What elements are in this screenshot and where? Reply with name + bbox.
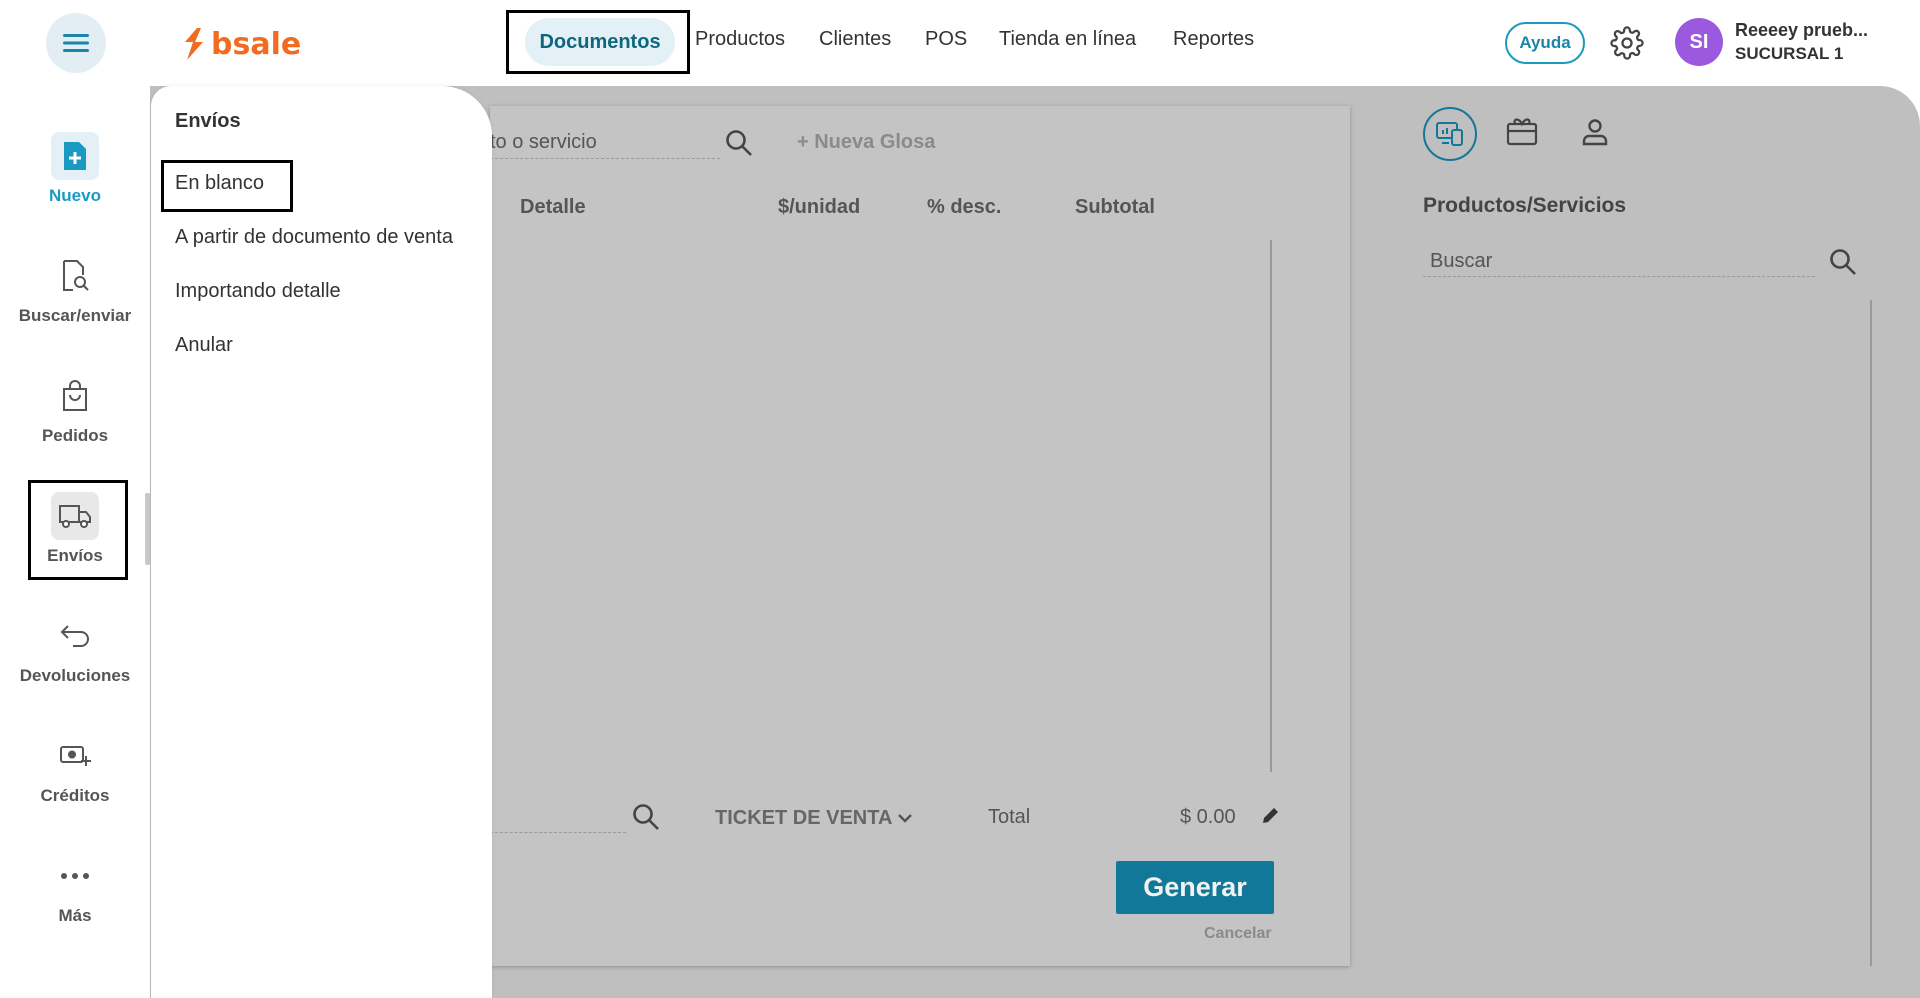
sidebar-item-creditos[interactable]: Créditos xyxy=(0,732,150,806)
sidebar-item-mas[interactable]: Más xyxy=(0,852,150,926)
sidebar-item-label: Nuevo xyxy=(49,186,101,205)
hamburger-icon xyxy=(63,34,89,52)
user-name[interactable]: Reeeey prueb... xyxy=(1735,20,1868,41)
total-label: Total xyxy=(988,806,1031,828)
cancel-button[interactable]: Cancelar xyxy=(1204,925,1272,943)
help-button[interactable]: Ayuda xyxy=(1505,22,1585,64)
column-detalle: Detalle xyxy=(520,196,586,218)
sidebar-item-devoluciones[interactable]: Devoluciones xyxy=(0,612,150,686)
doc-type-select[interactable]: TICKET DE VENTA xyxy=(715,807,892,830)
nav-pos[interactable]: POS xyxy=(925,28,967,51)
sidebar-item-label: Buscar/enviar xyxy=(18,306,132,325)
devices-icon xyxy=(1436,122,1463,146)
gift-card-icon[interactable] xyxy=(1505,116,1539,146)
table-scrollbar[interactable] xyxy=(1270,240,1272,772)
products-panel-title: Productos/Servicios xyxy=(1423,194,1627,217)
highlight-en-blanco xyxy=(161,160,293,212)
client-search-underline xyxy=(490,832,626,833)
bsale-logo[interactable]: bsale xyxy=(183,24,301,64)
search-icon[interactable] xyxy=(1828,247,1858,277)
new-gloss-button[interactable]: + Nueva Glosa xyxy=(797,131,935,154)
cart-tab-button[interactable] xyxy=(1423,107,1477,161)
chevron-down-icon[interactable] xyxy=(897,812,913,824)
sidebar-scroll-handle[interactable] xyxy=(145,493,150,565)
dropdown-item-importando-detalle[interactable]: Importando detalle xyxy=(175,280,341,303)
dropdown-item-anular[interactable]: Anular xyxy=(175,334,233,357)
sidebar-item-pedidos[interactable]: Pedidos xyxy=(0,372,150,446)
credit-icon xyxy=(60,746,91,766)
logo-text: bsale xyxy=(211,26,302,62)
products-search-underline xyxy=(1423,276,1815,277)
column-precio-unidad: $/unidad xyxy=(778,196,861,218)
sidebar: Nuevo Buscar/enviar Pedidos Envíos Devol… xyxy=(0,86,150,998)
file-search-icon xyxy=(63,260,89,291)
return-arrow-icon xyxy=(60,625,89,647)
sidebar-item-label: Devoluciones xyxy=(19,666,131,685)
search-icon[interactable] xyxy=(631,802,661,832)
nav-reportes[interactable]: Reportes xyxy=(1173,28,1254,51)
document-card xyxy=(490,106,1350,966)
product-search-underline xyxy=(490,158,720,159)
bsale-bolt-icon xyxy=(185,28,203,60)
column-subtotal: Subtotal xyxy=(1075,196,1155,218)
file-plus-icon xyxy=(64,142,86,170)
sidebar-item-label: Pedidos xyxy=(41,426,109,445)
user-branch: SUCURSAL 1 xyxy=(1735,44,1844,63)
products-scrollbar[interactable] xyxy=(1870,300,1872,966)
products-search-input[interactable]: Buscar xyxy=(1430,250,1492,273)
highlight-nav-documentos xyxy=(506,10,690,74)
more-dots-icon xyxy=(61,873,89,879)
nav-clientes[interactable]: Clientes xyxy=(819,28,891,51)
dropdown-item-a-partir-de-documento[interactable]: A partir de documento de venta xyxy=(175,226,453,249)
user-avatar[interactable]: SI xyxy=(1675,18,1723,66)
dropdown-title: Envíos xyxy=(175,110,241,132)
sidebar-item-nuevo[interactable]: Nuevo xyxy=(0,132,150,206)
envios-dropdown: Envíos En blanco A partir de documento d… xyxy=(151,86,492,998)
sidebar-item-buscar-enviar[interactable]: Buscar/enviar xyxy=(0,252,150,326)
highlight-sidebar-envios xyxy=(28,480,128,580)
top-bar: bsale Documentos Productos Clientes POS … xyxy=(0,0,1920,86)
settings-button[interactable] xyxy=(1610,26,1644,65)
generate-button[interactable]: Generar xyxy=(1116,861,1274,914)
sidebar-item-label: Créditos xyxy=(40,786,110,805)
sidebar-item-label: Más xyxy=(58,906,92,925)
menu-button[interactable] xyxy=(46,13,106,73)
total-value: $ 0.00 xyxy=(1180,806,1236,828)
search-icon[interactable] xyxy=(724,128,754,158)
bag-icon xyxy=(63,380,87,411)
user-icon[interactable] xyxy=(1580,118,1610,146)
product-search-input[interactable]: to o servicio xyxy=(490,131,597,154)
pencil-icon[interactable] xyxy=(1260,806,1280,826)
gear-icon xyxy=(1610,26,1644,60)
nav-productos[interactable]: Productos xyxy=(695,28,785,51)
nav-tienda-en-linea[interactable]: Tienda en línea xyxy=(999,28,1136,51)
column-descuento: % desc. xyxy=(927,196,1002,218)
